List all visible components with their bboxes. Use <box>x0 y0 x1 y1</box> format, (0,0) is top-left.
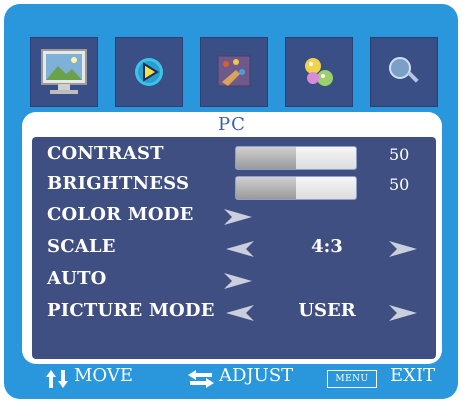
tab-play[interactable] <box>115 37 183 107</box>
menu-item-picture-mode[interactable]: PICTURE MODE USER <box>32 297 436 327</box>
color-mode-label: COLOR MODE <box>47 204 194 225</box>
brightness-value: 50 <box>389 175 410 194</box>
menu-item-scale[interactable]: SCALE 4:3 <box>32 233 436 263</box>
picture-mode-label: PICTURE MODE <box>47 300 215 321</box>
play-icon <box>135 58 163 86</box>
scale-value: 4:3 <box>311 236 343 257</box>
chevron-right-icon[interactable] <box>222 206 254 228</box>
palette-icon <box>217 55 251 87</box>
help-bar: MOVE ADJUST MENU EXIT <box>0 363 462 393</box>
menu-key-icon: MENU <box>327 370 377 388</box>
monitor-picture-icon <box>41 49 87 94</box>
brightness-label: BRIGHTNESS <box>47 173 190 194</box>
menu-item-contrast[interactable]: CONTRAST 50 <box>32 140 436 170</box>
chevron-left-icon[interactable] <box>224 238 256 260</box>
menu-item-auto[interactable]: AUTO <box>32 265 436 295</box>
brightness-slider-fill <box>236 177 296 199</box>
menu-item-brightness[interactable]: BRIGHTNESS 50 <box>32 170 436 200</box>
brightness-slider[interactable] <box>235 176 357 200</box>
chevron-left-icon[interactable] <box>224 302 256 324</box>
osd-tab-bar <box>30 37 440 107</box>
up-down-arrows-icon <box>46 370 68 388</box>
tab-information[interactable] <box>370 37 438 107</box>
scale-label: SCALE <box>47 236 116 257</box>
chevron-right-icon[interactable] <box>222 270 254 292</box>
chevron-right-icon[interactable] <box>387 302 419 324</box>
chevron-right-icon[interactable] <box>387 238 419 260</box>
contrast-slider-fill <box>236 147 296 169</box>
magnifier-icon <box>389 57 419 83</box>
contrast-label: CONTRAST <box>47 143 164 164</box>
picture-mode-value: USER <box>298 300 356 321</box>
exit-hint: EXIT <box>390 365 436 386</box>
tab-color[interactable] <box>200 37 268 107</box>
auto-label: AUTO <box>47 268 107 289</box>
contrast-slider[interactable] <box>235 146 357 170</box>
tab-picture[interactable] <box>30 37 98 107</box>
settings-balls-icon <box>305 58 333 86</box>
menu-item-color-mode[interactable]: COLOR MODE <box>32 201 436 231</box>
adjust-hint: ADJUST <box>219 365 294 386</box>
menu-list: CONTRAST 50 BRIGHTNESS 50 COLOR MODE SCA… <box>32 137 436 359</box>
left-right-arrows-icon <box>188 370 214 388</box>
source-title: PC <box>218 114 246 135</box>
contrast-value: 50 <box>389 145 410 164</box>
tab-options[interactable] <box>285 37 353 107</box>
move-hint: MOVE <box>74 365 134 386</box>
